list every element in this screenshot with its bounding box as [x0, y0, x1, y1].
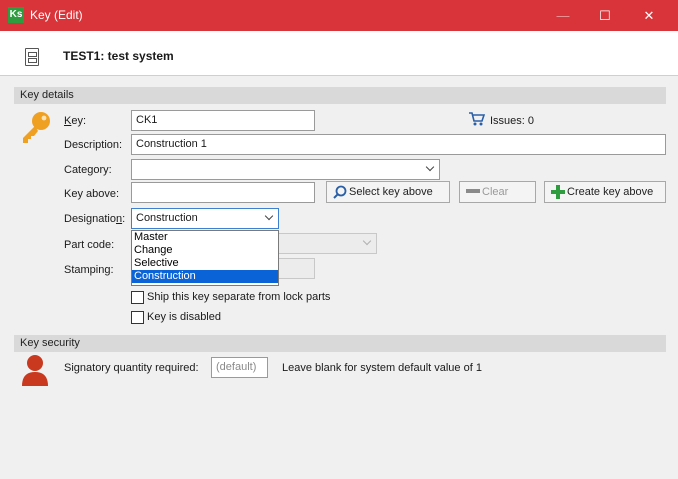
section-key-details: Key details	[14, 87, 666, 104]
maximize-button[interactable]: ☐	[582, 0, 628, 31]
designation-option-construction[interactable]: Construction	[132, 270, 278, 283]
search-icon	[333, 185, 347, 199]
user-icon	[22, 355, 48, 386]
designation-value: Construction	[136, 212, 198, 224]
close-button[interactable]: ✕	[626, 0, 672, 31]
key-above-input[interactable]	[131, 182, 315, 203]
minus-icon	[466, 189, 480, 193]
key-disabled-checkbox[interactable]	[131, 311, 144, 324]
system-title: TEST1: test system	[63, 49, 174, 63]
cabinet-icon	[25, 48, 39, 66]
designation-label: Designation:	[64, 213, 126, 225]
plus-icon	[551, 185, 565, 199]
designation-option-master[interactable]: Master	[132, 231, 278, 244]
key-above-label: Key above:	[64, 188, 120, 200]
designation-option-change[interactable]: Change	[132, 244, 278, 257]
chevron-down-icon	[264, 211, 274, 221]
select-key-above-button[interactable]: Select key above	[326, 181, 450, 203]
issues-count[interactable]: Issues: 0	[490, 115, 534, 127]
cart-icon	[469, 112, 485, 126]
designation-select[interactable]: Construction	[131, 208, 279, 229]
stamping-input[interactable]	[278, 258, 315, 279]
chevron-down-icon	[425, 162, 435, 172]
section-key-security: Key security	[14, 335, 666, 352]
ship-separately-checkbox[interactable]	[131, 291, 144, 304]
minimize-button[interactable]: —	[540, 0, 586, 31]
app-icon: Ks	[8, 7, 24, 23]
signatory-hint: Leave blank for system default value of …	[282, 362, 482, 374]
category-label: Category:	[64, 164, 112, 176]
chevron-down-icon	[362, 236, 372, 246]
window-title: Key (Edit)	[30, 8, 83, 22]
clear-button[interactable]: Clear	[459, 181, 536, 203]
category-select[interactable]	[131, 159, 440, 180]
select-key-above-label: Select key above	[349, 186, 433, 198]
clear-label: Clear	[482, 186, 509, 198]
signatory-label: Signatory quantity required:	[64, 362, 199, 374]
description-input[interactable]: Construction 1	[131, 134, 666, 155]
key-disabled-label[interactable]: Key is disabled	[147, 311, 221, 323]
part-code-select[interactable]	[278, 233, 377, 254]
stamping-label: Stamping:	[64, 264, 114, 276]
key-icon	[23, 112, 50, 143]
create-key-above-label: Create key above	[567, 186, 654, 198]
description-label: Description:	[64, 139, 123, 151]
key-label: Key:	[64, 115, 87, 127]
ship-separately-label[interactable]: Ship this key separate from lock parts	[147, 291, 330, 303]
designation-dropdown-list[interactable]: Master Change Selective Construction	[131, 230, 279, 286]
create-key-above-button[interactable]: Create key above	[544, 181, 666, 203]
key-input[interactable]: CK1	[131, 110, 315, 131]
signatory-quantity-input[interactable]: (default)	[211, 357, 268, 378]
designation-option-selective[interactable]: Selective	[132, 257, 278, 270]
part-code-label: Part code:	[64, 239, 115, 251]
